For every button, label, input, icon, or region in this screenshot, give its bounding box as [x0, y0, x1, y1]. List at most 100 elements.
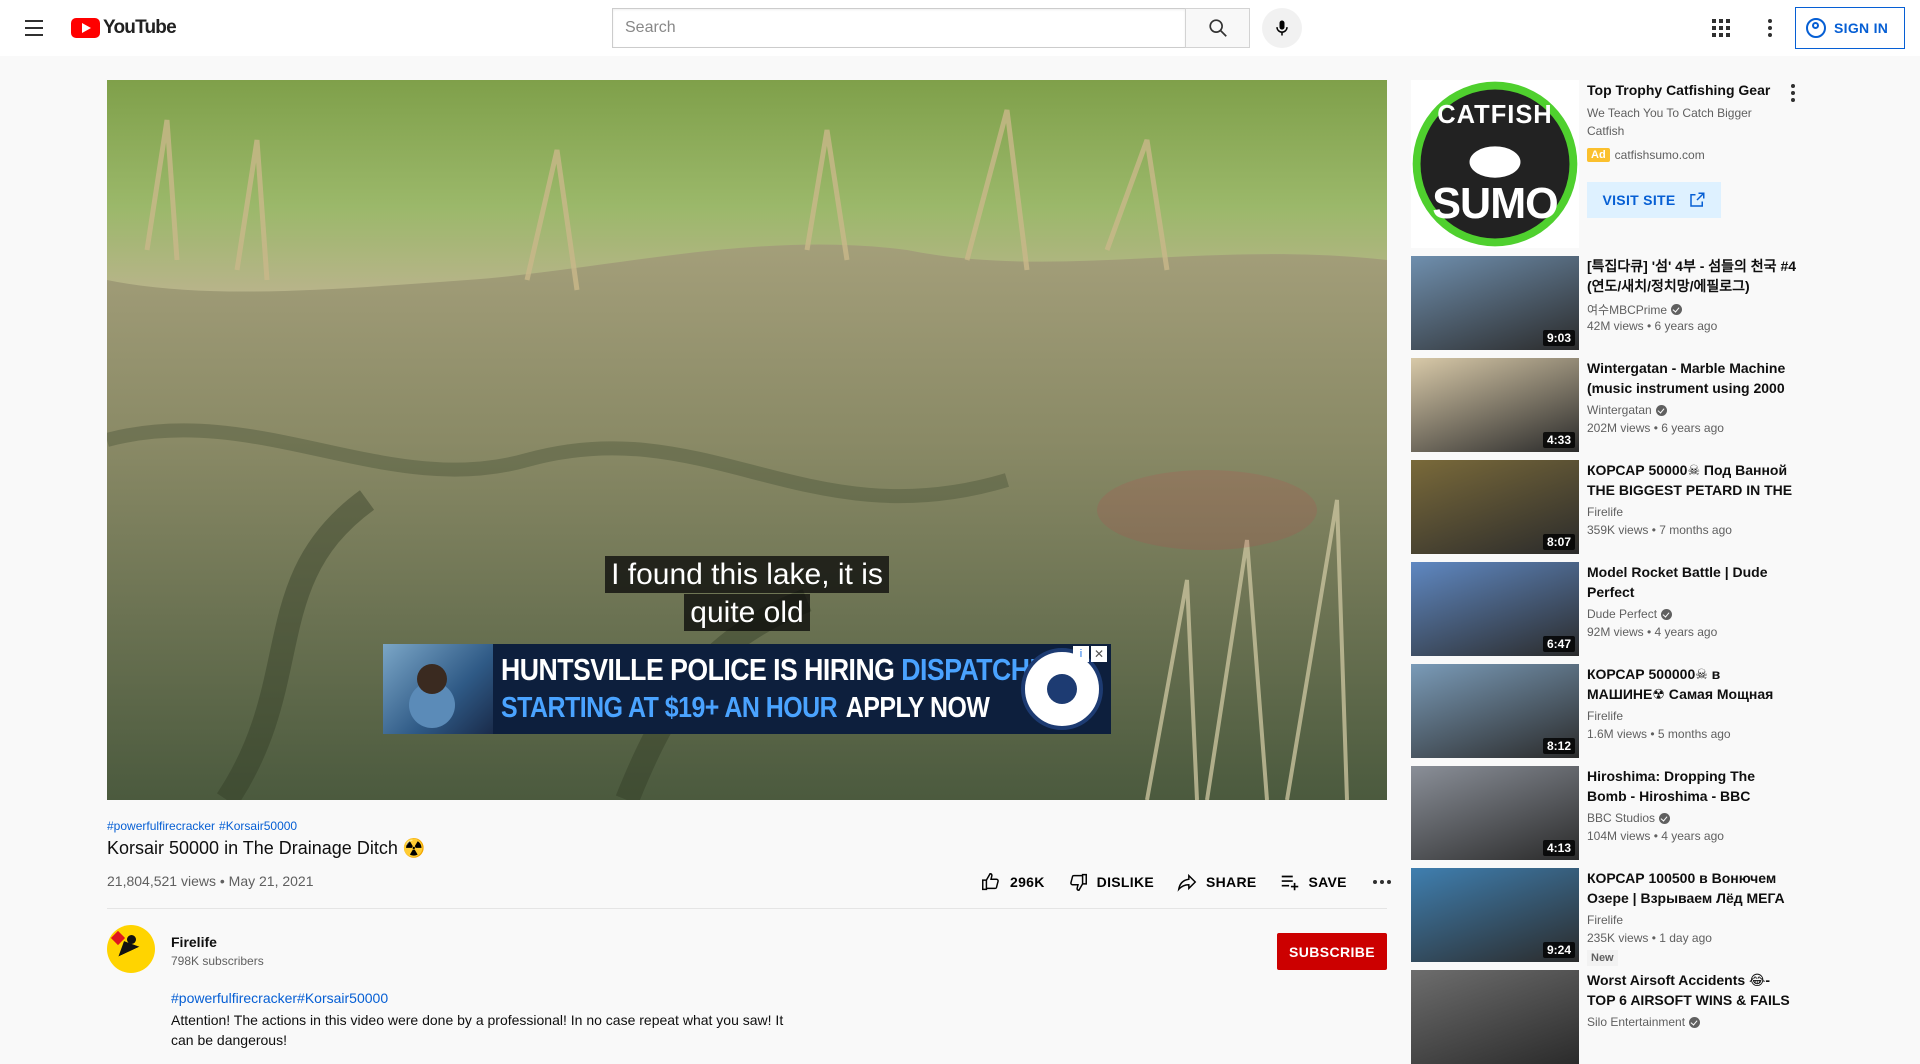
video-meta: 202M views • 6 years ago	[1587, 421, 1724, 435]
ad-banner-subline: STARTING AT $19+ AN HOUR APPLY NOW	[501, 692, 990, 724]
ad-thumbnail[interactable]: CATFISH SUMO	[1411, 80, 1579, 248]
channel-name[interactable]: Silo Entertainment	[1587, 1015, 1701, 1029]
ad-info-icon[interactable]: i	[1073, 646, 1089, 662]
video-title[interactable]: Hiroshima: Dropping The Bomb - Hiroshima…	[1587, 766, 1797, 806]
ad-domain: catfishsumo.com	[1614, 148, 1705, 162]
voice-search-button[interactable]	[1262, 8, 1302, 48]
video-thumbnail[interactable]: 4:33	[1411, 358, 1579, 452]
logo-text: YouTube	[103, 17, 177, 38]
thumbs-down-icon	[1069, 873, 1087, 891]
search-button[interactable]	[1185, 8, 1250, 48]
verified-icon	[1659, 812, 1671, 824]
video-title[interactable]: Wintergatan - Marble Machine (music inst…	[1587, 358, 1797, 398]
recommendation-item[interactable]: 4:13 Hiroshima: Dropping The Bomb - Hiros…	[1411, 766, 1811, 860]
hashtag-link[interactable]: #powerfulfirecracker	[107, 819, 215, 833]
ad-banner-headline: HUNTSVILLE POLICE IS HIRING DISPATCHERS	[501, 652, 1083, 687]
channel-name-text: Firelife	[1587, 709, 1624, 723]
external-link-icon	[1689, 192, 1704, 207]
ad-logo: CATFISH SUMO	[1420, 89, 1570, 239]
video-player[interactable]: I found this lake, it is quite old HUNTS…	[107, 80, 1387, 800]
channel-name[interactable]: Firelife	[1587, 505, 1623, 519]
video-title[interactable]: Worst Airsoft Accidents 😂- TOP 6 AIRSOFT…	[1587, 970, 1797, 1010]
video-thumbnail[interactable]: 8:07	[1411, 460, 1579, 554]
channel-name[interactable]: 여수MBCPrime	[1587, 301, 1683, 318]
sign-in-label: SIGN IN	[1834, 20, 1889, 36]
video-thumbnail[interactable]: 4:13	[1411, 766, 1579, 860]
video-thumbnail[interactable]	[1411, 970, 1579, 1064]
save-button[interactable]: SAVE	[1279, 871, 1347, 893]
overlay-ad-banner[interactable]: HUNTSVILLE POLICE IS HIRING DISPATCHERS …	[383, 644, 1111, 734]
like-button[interactable]: 296K	[980, 871, 1045, 893]
caption-line-2: quite old	[107, 594, 1387, 631]
video-title[interactable]: КОРСАР 100500 в Вонючем Озере | Взрываем…	[1587, 868, 1797, 908]
ad-logo-ring: CATFISH SUMO	[1412, 81, 1578, 247]
recommendation-item[interactable]: 8:07 КОРСАР 50000☠ Под Ванной THE BIGGEST…	[1411, 460, 1811, 554]
video-meta: 92M views • 4 years ago	[1587, 625, 1718, 639]
video-title[interactable]: [특집다큐] '섬' 4부 - 섬들의 천국 #4 (연도/새치/정치망/에필로…	[1587, 256, 1797, 296]
visit-site-label: VISIT SITE	[1602, 192, 1676, 208]
ad-menu-icon[interactable]	[1791, 84, 1795, 102]
video-meta: 104M views • 4 years ago	[1587, 829, 1724, 843]
verified-icon	[1661, 608, 1673, 620]
video-title[interactable]: КОРСАР 500000☠ в МАШИНЕ☢ Самая Мощная Пе…	[1587, 664, 1797, 704]
channel-name[interactable]: BBC Studios	[1587, 811, 1671, 825]
playlist-add-icon	[1281, 875, 1298, 891]
recommendation-item[interactable]: 8:12 КОРСАР 500000☠ в МАШИНЕ☢ Самая Мощна…	[1411, 664, 1811, 758]
recommendation-item[interactable]: Worst Airsoft Accidents 😂- TOP 6 AIRSOFT…	[1411, 970, 1811, 1064]
dislike-button[interactable]: DISLIKE	[1067, 871, 1154, 893]
search-bar	[612, 8, 1302, 48]
subscriber-count: 798K subscribers	[171, 954, 264, 968]
video-meta: 235K views • 1 day ago	[1587, 931, 1712, 945]
video-actions: 296K DISLIKE SHARE SAVE	[980, 870, 1391, 894]
ad-close-icon[interactable]: ✕	[1091, 646, 1107, 662]
channel-name[interactable]: Firelife	[171, 934, 217, 950]
video-thumbnail[interactable]: 9:24	[1411, 868, 1579, 962]
share-button[interactable]: SHARE	[1176, 871, 1257, 893]
recommendation-item[interactable]: 9:24 КОРСАР 100500 в Вонючем Озере | Взры…	[1411, 868, 1811, 966]
search-icon	[1208, 19, 1227, 37]
recommendation-item[interactable]: 9:03 [특집다큐] '섬' 4부 - 섬들의 천국 #4 (연도/새치/정치망…	[1411, 256, 1811, 350]
caption-line-1: I found this lake, it is	[107, 556, 1387, 593]
channel-name[interactable]: Firelife	[1587, 913, 1623, 927]
verified-icon	[1655, 404, 1667, 416]
video-title[interactable]: Model Rocket Battle | Dude Perfect	[1587, 562, 1797, 602]
more-actions-icon[interactable]	[1372, 880, 1391, 884]
search-input[interactable]	[612, 8, 1185, 48]
channel-avatar[interactable]	[107, 925, 155, 973]
dislike-label: DISLIKE	[1096, 874, 1154, 890]
recommendation-item[interactable]: 6:47 Model Rocket Battle | Dude Perfect Du…	[1411, 562, 1811, 656]
ad-logo-top-text: CATFISH	[1437, 99, 1553, 129]
channel-name-text: Firelife	[1587, 913, 1624, 927]
apps-icon[interactable]	[1708, 16, 1732, 40]
hashtag-link[interactable]: #Korsair50000	[219, 819, 297, 833]
ad-title[interactable]: Top Trophy Catfishing Gear	[1587, 82, 1770, 98]
video-duration: 4:13	[1542, 840, 1575, 856]
channel-name[interactable]: Dude Perfect	[1587, 607, 1673, 621]
ad-badge: Ad	[1587, 148, 1610, 162]
visit-site-button[interactable]: VISIT SITE	[1587, 182, 1721, 218]
subscribe-button[interactable]: SUBSCRIBE	[1277, 933, 1387, 970]
ad-subtitle: We Teach You To Catch Bigger Catfish	[1587, 106, 1752, 138]
save-label: SAVE	[1308, 874, 1347, 890]
channel-name-text: BBC Studios	[1587, 811, 1656, 825]
video-title[interactable]: КОРСАР 50000☠ Под Ванной THE BIGGEST PET…	[1587, 460, 1797, 500]
video-meta: 21,804,521 views • May 21, 2021	[107, 873, 314, 889]
mic-icon	[1276, 20, 1288, 36]
video-duration: 9:24	[1542, 942, 1575, 958]
channel-name[interactable]: Firelife	[1587, 709, 1623, 723]
like-count: 296K	[1010, 874, 1045, 890]
channel-name[interactable]: Wintergatan	[1587, 403, 1667, 417]
description-hashtags[interactable]: #powerfulfirecracker#Korsair50000	[171, 990, 388, 1006]
recommendation-item[interactable]: 4:33 Wintergatan - Marble Machine (music …	[1411, 358, 1811, 452]
sign-in-button[interactable]: SIGN IN	[1795, 7, 1905, 49]
menu-icon[interactable]	[22, 16, 46, 40]
share-icon	[1177, 873, 1197, 892]
video-duration: 8:12	[1542, 738, 1575, 754]
settings-more-icon[interactable]	[1758, 16, 1782, 40]
video-thumbnail[interactable]: 8:12	[1411, 664, 1579, 758]
video-duration: 4:33	[1542, 432, 1575, 448]
video-thumbnail[interactable]: 9:03	[1411, 256, 1579, 350]
youtube-logo[interactable]: YouTube	[71, 17, 177, 39]
video-duration: 9:03	[1542, 330, 1575, 346]
video-thumbnail[interactable]: 6:47	[1411, 562, 1579, 656]
